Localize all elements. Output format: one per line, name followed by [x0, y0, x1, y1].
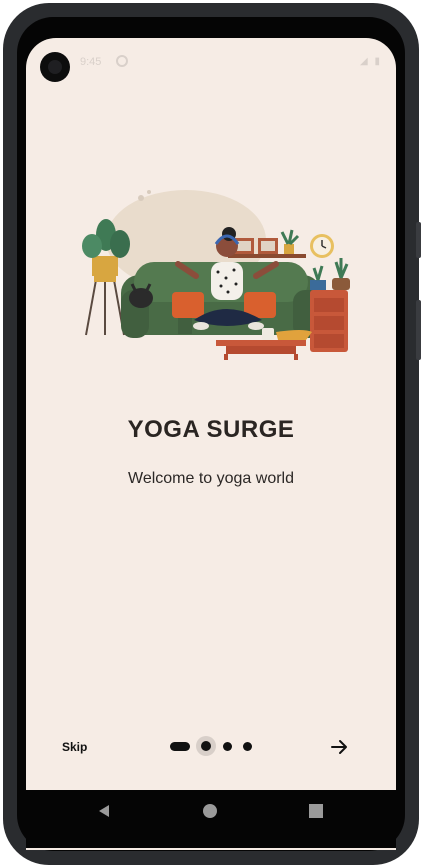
power-button	[416, 300, 421, 360]
back-triangle-icon[interactable]	[96, 803, 112, 819]
page-indicator	[170, 736, 260, 758]
skip-button[interactable]: Skip	[62, 740, 87, 754]
page-dot-3[interactable]	[223, 742, 232, 751]
yoga-illustration	[82, 190, 350, 360]
status-time: 9:45	[80, 56, 102, 68]
page-dot-4[interactable]	[243, 742, 252, 751]
front-camera	[40, 52, 70, 82]
status-sync-icon	[116, 55, 128, 67]
volume-button	[416, 222, 421, 258]
system-nav-bar	[26, 790, 396, 848]
app-screen: 9:45 ◢ ▮ YOGA SURGE Welcome to yoga worl…	[26, 38, 396, 850]
home-circle-icon[interactable]	[202, 803, 218, 819]
page-dot-1-active[interactable]	[170, 742, 190, 751]
recents-square-icon[interactable]	[309, 804, 323, 818]
app-title: YOGA SURGE	[127, 416, 295, 443]
arrow-right-icon[interactable]	[328, 736, 350, 758]
page-dot-2[interactable]	[201, 741, 211, 751]
status-signal-icon: ◢ ▮	[360, 56, 382, 67]
welcome-message: Welcome to yoga world	[128, 470, 294, 487]
